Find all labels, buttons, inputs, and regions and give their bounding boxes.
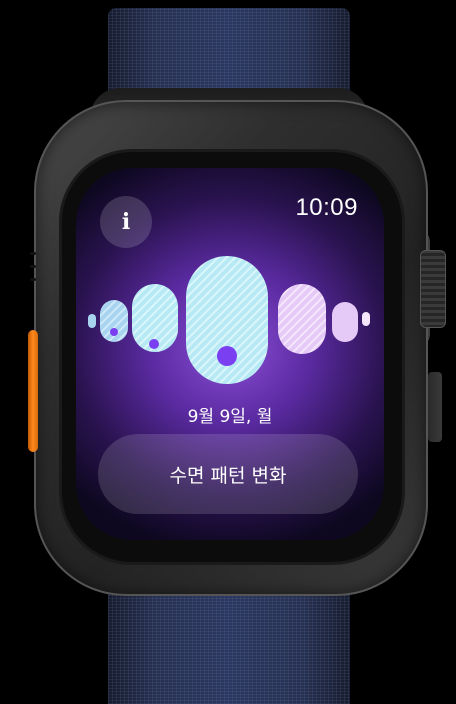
time-display: 10:09 (295, 194, 358, 221)
info-button[interactable]: i (100, 196, 152, 248)
sleep-bar (362, 312, 370, 326)
sleep-dot (149, 339, 159, 349)
speaker-holes (30, 252, 36, 281)
date-label: 9월 9일, 월 (187, 407, 273, 427)
watch-stage: i 10:09 9월 9일, 월 수면 패턴 변화 (0, 0, 456, 704)
side-button[interactable] (428, 372, 442, 442)
sleep-pattern-icon (88, 256, 370, 384)
sleep-bar (332, 302, 358, 342)
watch-screen: i 10:09 9월 9일, 월 수면 패턴 변화 (76, 168, 384, 540)
info-icon: i (121, 209, 131, 235)
sleep-dot (110, 328, 118, 336)
action-button[interactable] (28, 330, 38, 452)
sleep-trend-button[interactable]: 수면 패턴 변화 (98, 434, 358, 514)
sleep-dot (217, 346, 237, 366)
watch-band-bottom (108, 585, 350, 704)
sleep-bar (278, 284, 326, 354)
sleep-bar (88, 314, 96, 328)
digital-crown[interactable] (420, 250, 446, 328)
